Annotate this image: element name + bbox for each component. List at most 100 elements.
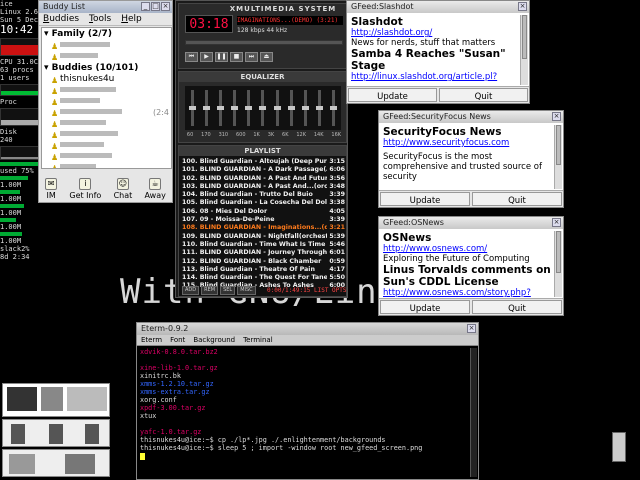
quit-button[interactable]: Quit xyxy=(472,192,562,206)
list-opts-button[interactable]: LIST OPTS xyxy=(314,287,347,294)
gfeed-titlebar[interactable]: GFeed:SecurityFocus News × xyxy=(379,111,563,123)
playlist-row[interactable]: 100. Blind Guardian - Altoujah (Deep Pur… xyxy=(182,158,345,166)
eq-slider[interactable] xyxy=(301,90,309,126)
close-icon[interactable]: × xyxy=(518,2,527,11)
gfeed-slashdot-window[interactable]: GFeed:Slashdot × Slashdot http://slashdot… xyxy=(346,0,530,104)
xmms-playlist[interactable]: PLAYLIST 100. Blind Guardian - Altoujah … xyxy=(178,145,347,297)
chat-button[interactable]: ☺ Chat xyxy=(114,178,132,200)
eq-slider[interactable] xyxy=(273,90,281,126)
playlist-row[interactable]: 104. Blind Guardian - Trutto Del Buio 3:3… xyxy=(182,191,345,199)
eq-slider[interactable] xyxy=(287,90,295,126)
xmms-player[interactable]: XMULTIMEDIA SYSTEM 03:18 IMAGINATIONS...… xyxy=(175,0,348,298)
feed-link[interactable]: http://www.securityfocus.com xyxy=(383,138,551,148)
eterm-scrollbar[interactable] xyxy=(470,348,477,477)
expander-icon[interactable]: ▾ xyxy=(44,29,52,39)
list-item[interactable]: ♟ (2:4 xyxy=(42,107,171,118)
previous-icon[interactable]: ⏮ xyxy=(185,52,198,62)
get-info-button[interactable]: i Get Info xyxy=(69,178,101,200)
playlist-row[interactable]: 107. 09 - Moissa-De-Peine 3:39 xyxy=(182,216,345,224)
gfeed-osnews-window[interactable]: GFeed:OSNews × OSNews http://www.osnews.c… xyxy=(378,216,564,316)
eq-sliders[interactable] xyxy=(185,86,341,130)
eject-icon[interactable]: ⏏ xyxy=(260,52,273,62)
menu-buddies[interactable]: Buddies xyxy=(43,13,79,25)
buddy-list-window[interactable]: Buddy List _ □ × Buddies Tools Help ▾ Fami… xyxy=(38,0,173,203)
gfeed-titlebar[interactable]: GFeed:Slashdot × xyxy=(347,1,529,13)
eq-slider[interactable] xyxy=(259,90,267,126)
pager-desktop-2[interactable] xyxy=(2,419,110,447)
eq-slider[interactable] xyxy=(216,90,224,126)
gfeed-scrollbar[interactable] xyxy=(554,125,562,189)
group-buddies[interactable]: ▾ Buddies (10/101) xyxy=(42,62,171,74)
eq-slider[interactable] xyxy=(231,90,239,126)
next-icon[interactable]: ⏭ xyxy=(245,52,258,62)
eterm-menu-font[interactable]: Font xyxy=(170,335,185,345)
gfeed-securityfocus-window[interactable]: GFeed:SecurityFocus News × SecurityFocus … xyxy=(378,110,564,208)
eterm-menu-background[interactable]: Background xyxy=(193,335,235,345)
stop-icon[interactable]: ■ xyxy=(230,52,243,62)
feed-link[interactable]: http://slashdot.org/ xyxy=(351,28,517,38)
list-item[interactable]: ♟ xyxy=(42,162,171,168)
playlist-row[interactable]: 113. Blind Guardian - Theatre Of Pain 4:1… xyxy=(182,266,345,274)
gfeed-scrollbar[interactable] xyxy=(554,231,562,297)
eq-slider[interactable] xyxy=(188,90,196,126)
gfeed-scrollbar[interactable] xyxy=(520,15,528,85)
eterm-titlebar[interactable]: Eterm-0.9.2 × xyxy=(137,323,478,335)
playlist-rem-button[interactable]: REM xyxy=(201,286,219,295)
list-item[interactable]: ♟ thisnukes4u xyxy=(42,74,171,85)
menu-help[interactable]: Help xyxy=(121,13,142,25)
maximize-icon[interactable]: □ xyxy=(151,2,160,11)
update-button[interactable]: Update xyxy=(348,88,437,102)
im-button[interactable]: ✉ IM xyxy=(45,178,58,200)
desktop-scroll-handle[interactable] xyxy=(612,432,626,462)
close-icon[interactable]: × xyxy=(161,2,170,11)
playlist-row[interactable]: 106. 08 - Mies Del Dolor 4:05 xyxy=(182,208,345,216)
eq-slider[interactable] xyxy=(316,90,324,126)
playlist-row[interactable]: 110. Blind Guardian - Time What Is Time 5… xyxy=(182,241,345,249)
expander-icon[interactable]: ▾ xyxy=(44,63,52,73)
gfeed-titlebar[interactable]: GFeed:OSNews × xyxy=(379,217,563,229)
feed-story-link[interactable]: http://www.osnews.com/story.php? xyxy=(383,288,551,297)
pager-desktop-1[interactable] xyxy=(2,383,110,417)
update-button[interactable]: Update xyxy=(380,192,470,206)
quit-button[interactable]: Quit xyxy=(472,300,562,314)
list-item[interactable]: ♟ xyxy=(42,96,171,107)
list-item[interactable]: ♟ xyxy=(42,151,171,162)
playlist-sel-button[interactable]: SEL xyxy=(220,286,236,295)
menu-tools[interactable]: Tools xyxy=(89,13,111,25)
xmms-seek-bar[interactable] xyxy=(185,40,343,45)
xmms-equalizer[interactable]: EQUALIZER 60 170 310 600 1K 3K 6K 12K 14K 16K xyxy=(178,71,347,143)
list-item[interactable]: ♟ xyxy=(42,40,171,51)
group-family[interactable]: ▾ Family (2/7) xyxy=(42,28,171,40)
pause-icon[interactable]: ❚❚ xyxy=(215,52,228,62)
eq-slider[interactable] xyxy=(245,90,253,126)
playlist-add-button[interactable]: ADD xyxy=(182,286,200,295)
eq-slider[interactable] xyxy=(330,90,338,126)
quit-button[interactable]: Quit xyxy=(439,88,528,102)
eterm-window[interactable]: Eterm-0.9.2 × Eterm Font Background Termi… xyxy=(136,322,479,480)
feed-link[interactable]: http://www.osnews.com/ xyxy=(383,244,551,254)
list-item[interactable]: ♟ xyxy=(42,85,171,96)
eq-slider[interactable] xyxy=(202,90,210,126)
playlist-row[interactable]: 103. BLIND GUARDIAN - A Past And...(orch… xyxy=(182,183,345,191)
close-icon[interactable]: × xyxy=(552,112,561,121)
close-icon[interactable]: × xyxy=(552,218,561,227)
playlist-row[interactable]: 105. Blind Guardian - La Cosecha Del Dol… xyxy=(182,199,345,207)
update-button[interactable]: Update xyxy=(380,300,470,314)
buddy-tree[interactable]: ▾ Family (2/7) ♟ ♟ ▾ Buddies (10/101) ♟ t… xyxy=(41,27,172,169)
xmms-main-window[interactable]: XMULTIMEDIA SYSTEM 03:18 IMAGINATIONS...… xyxy=(178,3,347,69)
list-item[interactable]: ♟ xyxy=(42,51,171,62)
feed-story-link[interactable]: http://linux.slashdot.org/article.pl? xyxy=(351,72,517,82)
playlist-row[interactable]: 102. BLIND GUARDIAN - A Past And Future.… xyxy=(182,175,345,183)
list-item[interactable]: ♟ xyxy=(42,118,171,129)
list-item[interactable]: ♟ xyxy=(42,129,171,140)
playlist-row[interactable]: 114. Blind Guardian - The Quest For Tane… xyxy=(182,274,345,282)
close-icon[interactable]: × xyxy=(467,324,476,333)
playlist-row[interactable]: 111. BLIND GUARDIAN - Journey Through Th… xyxy=(182,249,345,257)
pager-desktop-3[interactable] xyxy=(2,449,110,477)
playlist-row[interactable]: 112. BLIND GUARDIAN - Black Chamber 0:59 xyxy=(182,258,345,266)
xmms-time-display[interactable]: 03:18 xyxy=(185,15,233,33)
terminal-output[interactable]: xdvik-0.8.0.tar.bz2 xine-lib-1.0.tar.gz xi… xyxy=(140,348,468,460)
play-icon[interactable]: ▶ xyxy=(200,52,213,62)
playlist-misc-button[interactable]: MISC xyxy=(237,286,256,295)
playlist-row[interactable]: 109. BLIND GUARDIAN - Nightfall(orchestr… xyxy=(182,233,345,241)
